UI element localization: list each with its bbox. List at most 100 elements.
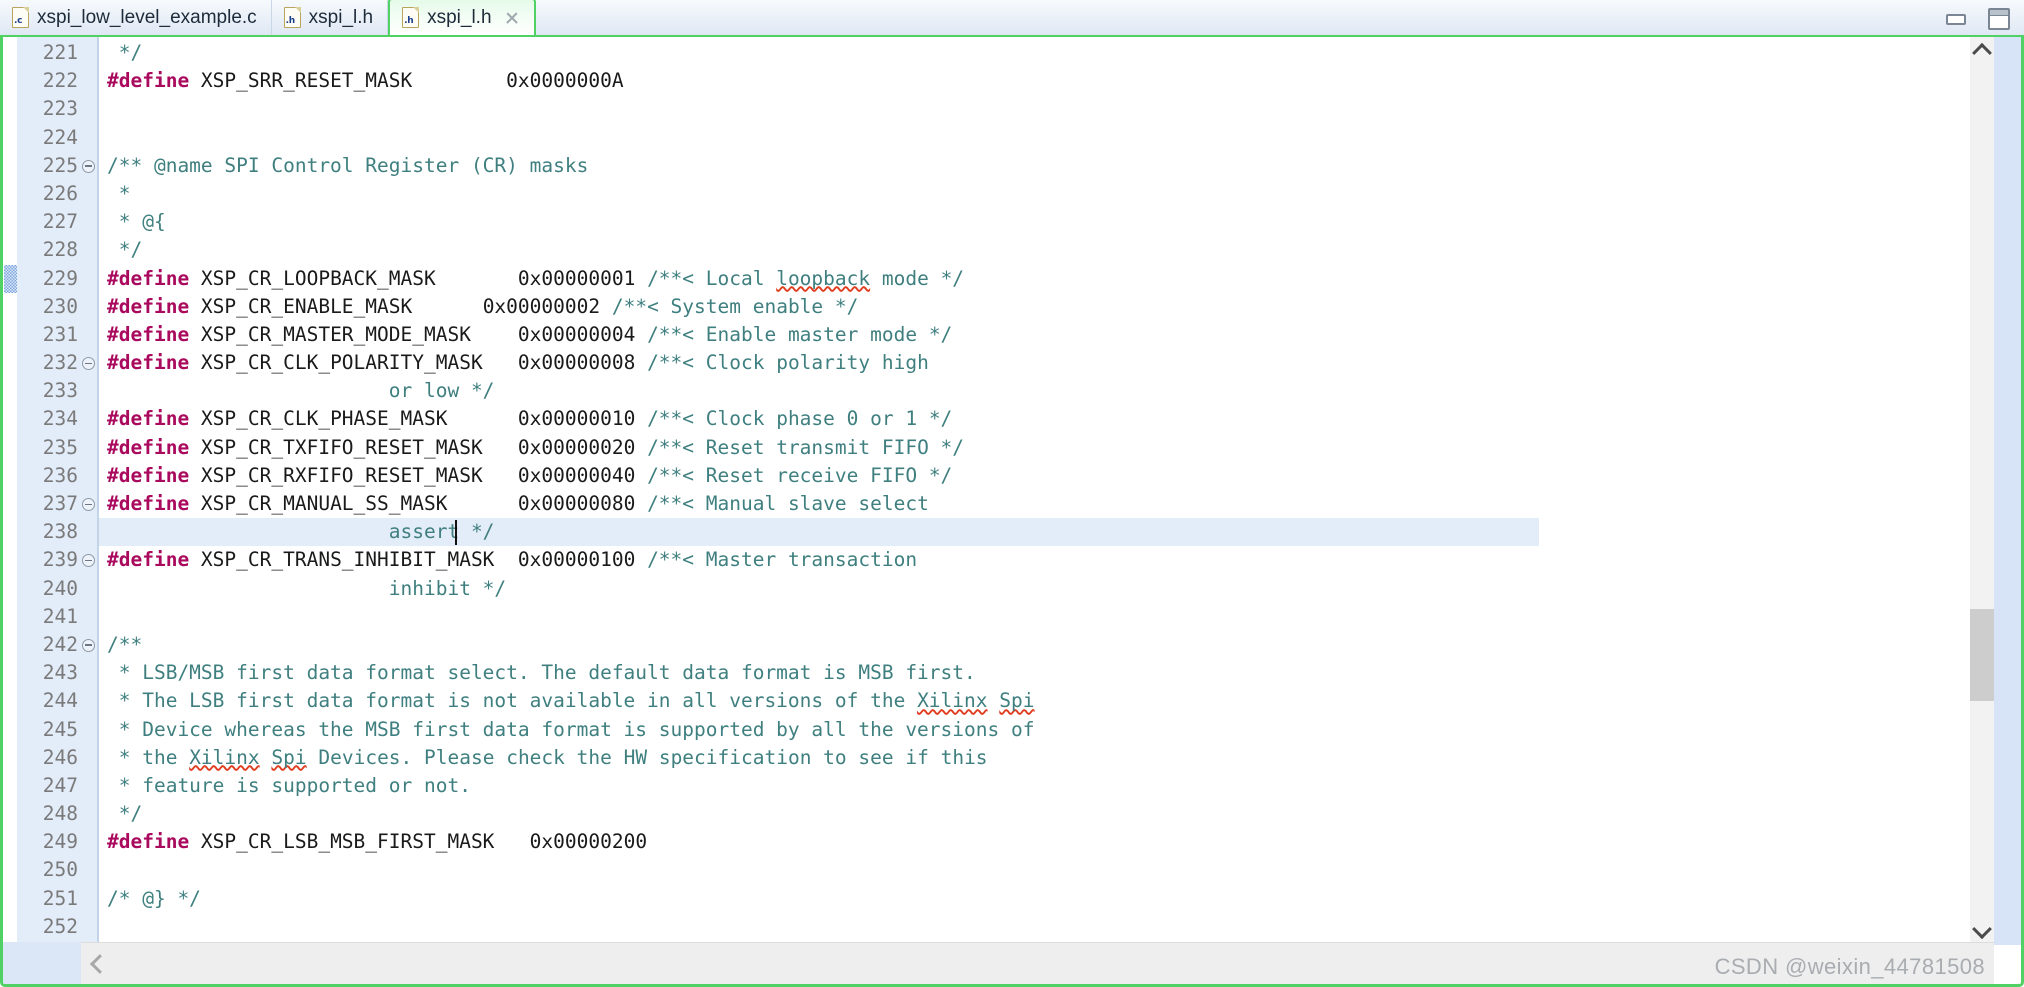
editor-tab-0[interactable]: .c xspi_low_level_example.c xyxy=(0,0,272,35)
code-token: 0x00000002 xyxy=(412,294,612,318)
code-line[interactable] xyxy=(99,603,2021,631)
line-number: 248 xyxy=(42,802,78,826)
code-token: /**< Master transaction xyxy=(647,548,918,572)
code-line[interactable]: /** @name SPI Control Register (CR) mask… xyxy=(99,152,2021,180)
code-token: XSP_CR_ENABLE_MASK xyxy=(189,294,413,318)
code-line[interactable]: or low */ xyxy=(99,377,2021,405)
code-token: * The LSB first data format is not avail… xyxy=(107,689,918,713)
line-number: 227 xyxy=(42,210,78,234)
fold-slot xyxy=(81,39,97,67)
code-line[interactable]: * the Xilinx Spi Devices. Please check t… xyxy=(99,744,2021,772)
code-token: /* @} */ xyxy=(107,886,201,910)
fold-slot[interactable] xyxy=(81,631,97,659)
code-line[interactable]: */ xyxy=(99,236,2021,264)
code-token: 0x00000008 xyxy=(482,351,648,375)
fold-slot xyxy=(81,518,97,546)
misspelled-word: Xilinx xyxy=(189,745,260,769)
code-token: assert */ xyxy=(107,520,495,544)
fold-slot xyxy=(81,603,97,631)
code-line[interactable]: */ xyxy=(99,39,2021,67)
code-line[interactable]: * xyxy=(99,180,2021,208)
fold-collapse-icon[interactable] xyxy=(82,638,95,652)
code-token: XSP_CR_TXFIFO_RESET_MASK xyxy=(189,435,483,459)
code-token: /**< Clock phase 0 or 1 */ xyxy=(647,407,953,431)
code-line[interactable] xyxy=(99,124,2021,152)
code-line[interactable]: * LSB/MSB first data format select. The … xyxy=(99,659,2021,687)
code-token: #define xyxy=(107,69,190,93)
code-line[interactable] xyxy=(99,913,2021,941)
fold-collapse-icon[interactable] xyxy=(82,498,95,511)
code-line[interactable] xyxy=(99,856,2021,884)
overview-ruler[interactable] xyxy=(1994,37,2021,945)
fold-slot xyxy=(81,913,97,941)
editor-tab-1[interactable]: .h xspi_l.h xyxy=(272,0,389,35)
code-line[interactable]: #define XSP_CR_LSB_MSB_FIRST_MASK 0x0000… xyxy=(99,828,2021,856)
fold-collapse-icon[interactable] xyxy=(82,159,95,173)
code-line[interactable]: #define XSP_CR_CLK_PHASE_MASK 0x00000010… xyxy=(99,405,2021,433)
change-ruler xyxy=(3,37,17,945)
code-line[interactable]: /* @} */ xyxy=(99,885,2021,913)
code-line[interactable]: #define XSP_CR_MASTER_MODE_MASK 0x000000… xyxy=(99,321,2021,349)
editor-tab-2[interactable]: .h xspi_l.h xyxy=(388,0,536,35)
close-icon[interactable] xyxy=(504,10,520,26)
code-line[interactable]: #define XSP_SRR_RESET_MASK 0x0000000A xyxy=(99,67,2021,95)
code-token: /**< Reset transmit FIFO */ xyxy=(647,435,965,459)
chevron-down-icon[interactable] xyxy=(1970,921,1994,943)
code-line[interactable]: /** xyxy=(99,631,2021,659)
code-token: * feature is supported or not. xyxy=(107,773,471,797)
code-line[interactable]: */ xyxy=(99,800,2021,828)
folding-column[interactable] xyxy=(81,37,97,945)
editor-tab-label: xspi_low_level_example.c xyxy=(37,7,257,28)
fold-slot xyxy=(81,687,97,715)
code-token: /** xyxy=(107,632,143,656)
fold-slot xyxy=(81,800,97,828)
code-token: or low */ xyxy=(107,379,495,403)
editor-tab-label: xspi_l.h xyxy=(427,7,492,28)
code-line[interactable]: #define XSP_CR_TRANS_INHIBIT_MASK 0x0000… xyxy=(99,546,2021,574)
code-line[interactable]: #define XSP_CR_RXFIFO_RESET_MASK 0x00000… xyxy=(99,462,2021,490)
line-number: 246 xyxy=(42,745,78,769)
code-line[interactable]: #define XSP_CR_CLK_POLARITY_MASK 0x00000… xyxy=(99,349,2021,377)
code-line[interactable]: #define XSP_CR_TXFIFO_RESET_MASK 0x00000… xyxy=(99,434,2021,462)
line-number: 232 xyxy=(42,351,78,375)
line-number: 225 xyxy=(42,153,78,177)
fold-collapse-icon[interactable] xyxy=(82,357,95,371)
code-line[interactable]: #define XSP_CR_MANUAL_SS_MASK 0x00000080… xyxy=(99,490,2021,518)
code-line[interactable]: * Device whereas the MSB first data form… xyxy=(99,716,2021,744)
code-text-area[interactable]: */#define XSP_SRR_RESET_MASK 0x0000000A … xyxy=(99,37,2021,945)
maximize-restore-icon[interactable] xyxy=(1988,8,2010,30)
chevron-up-icon[interactable] xyxy=(1970,39,1994,61)
c-file-icon: .c xyxy=(12,7,29,28)
code-token: XSP_CR_RXFIFO_RESET_MASK xyxy=(189,463,483,487)
code-token: XSP_SRR_RESET_MASK xyxy=(189,69,413,93)
line-number: 243 xyxy=(42,661,78,685)
code-line[interactable]: #define XSP_CR_LOOPBACK_MASK 0x00000001 … xyxy=(99,265,2021,293)
code-line[interactable]: inhibit */ xyxy=(99,575,2021,603)
code-token: 0x00000001 xyxy=(435,266,648,290)
code-token: XSP_CR_MANUAL_SS_MASK xyxy=(189,492,448,515)
fold-slot[interactable] xyxy=(81,152,97,180)
fold-slot[interactable] xyxy=(81,546,97,574)
code-token: #define xyxy=(107,830,190,854)
code-line[interactable] xyxy=(99,95,2021,123)
line-number: 245 xyxy=(42,717,78,741)
code-line-current[interactable]: assert */ xyxy=(99,518,1539,547)
misspelled-word: Spi xyxy=(999,689,1035,713)
code-line[interactable]: * feature is supported or not. xyxy=(99,772,2021,800)
chevron-left-icon[interactable] xyxy=(85,943,109,984)
code-line[interactable]: * @{ xyxy=(99,208,2021,236)
fold-slot[interactable] xyxy=(81,490,97,518)
editor-tab-bar: .c xspi_low_level_example.c .h xspi_l.h .h xs… xyxy=(0,0,2024,37)
code-token: * the xyxy=(107,745,190,769)
text-caret xyxy=(455,520,457,546)
code-token: XSP_CR_MASTER_MODE_MASK xyxy=(189,322,471,346)
minimize-icon[interactable] xyxy=(1946,13,1966,25)
code-line[interactable]: * The LSB first data format is not avail… xyxy=(99,687,2021,715)
fold-slot[interactable] xyxy=(81,349,97,377)
vertical-scrollbar-thumb[interactable] xyxy=(1970,609,1994,701)
vertical-scrollbar[interactable] xyxy=(1970,37,1994,945)
fold-collapse-icon[interactable] xyxy=(82,554,95,568)
code-token: #define xyxy=(107,266,190,290)
horizontal-scrollbar[interactable] xyxy=(81,942,1994,984)
code-line[interactable]: #define XSP_CR_ENABLE_MASK 0x00000002 /*… xyxy=(99,293,2021,321)
